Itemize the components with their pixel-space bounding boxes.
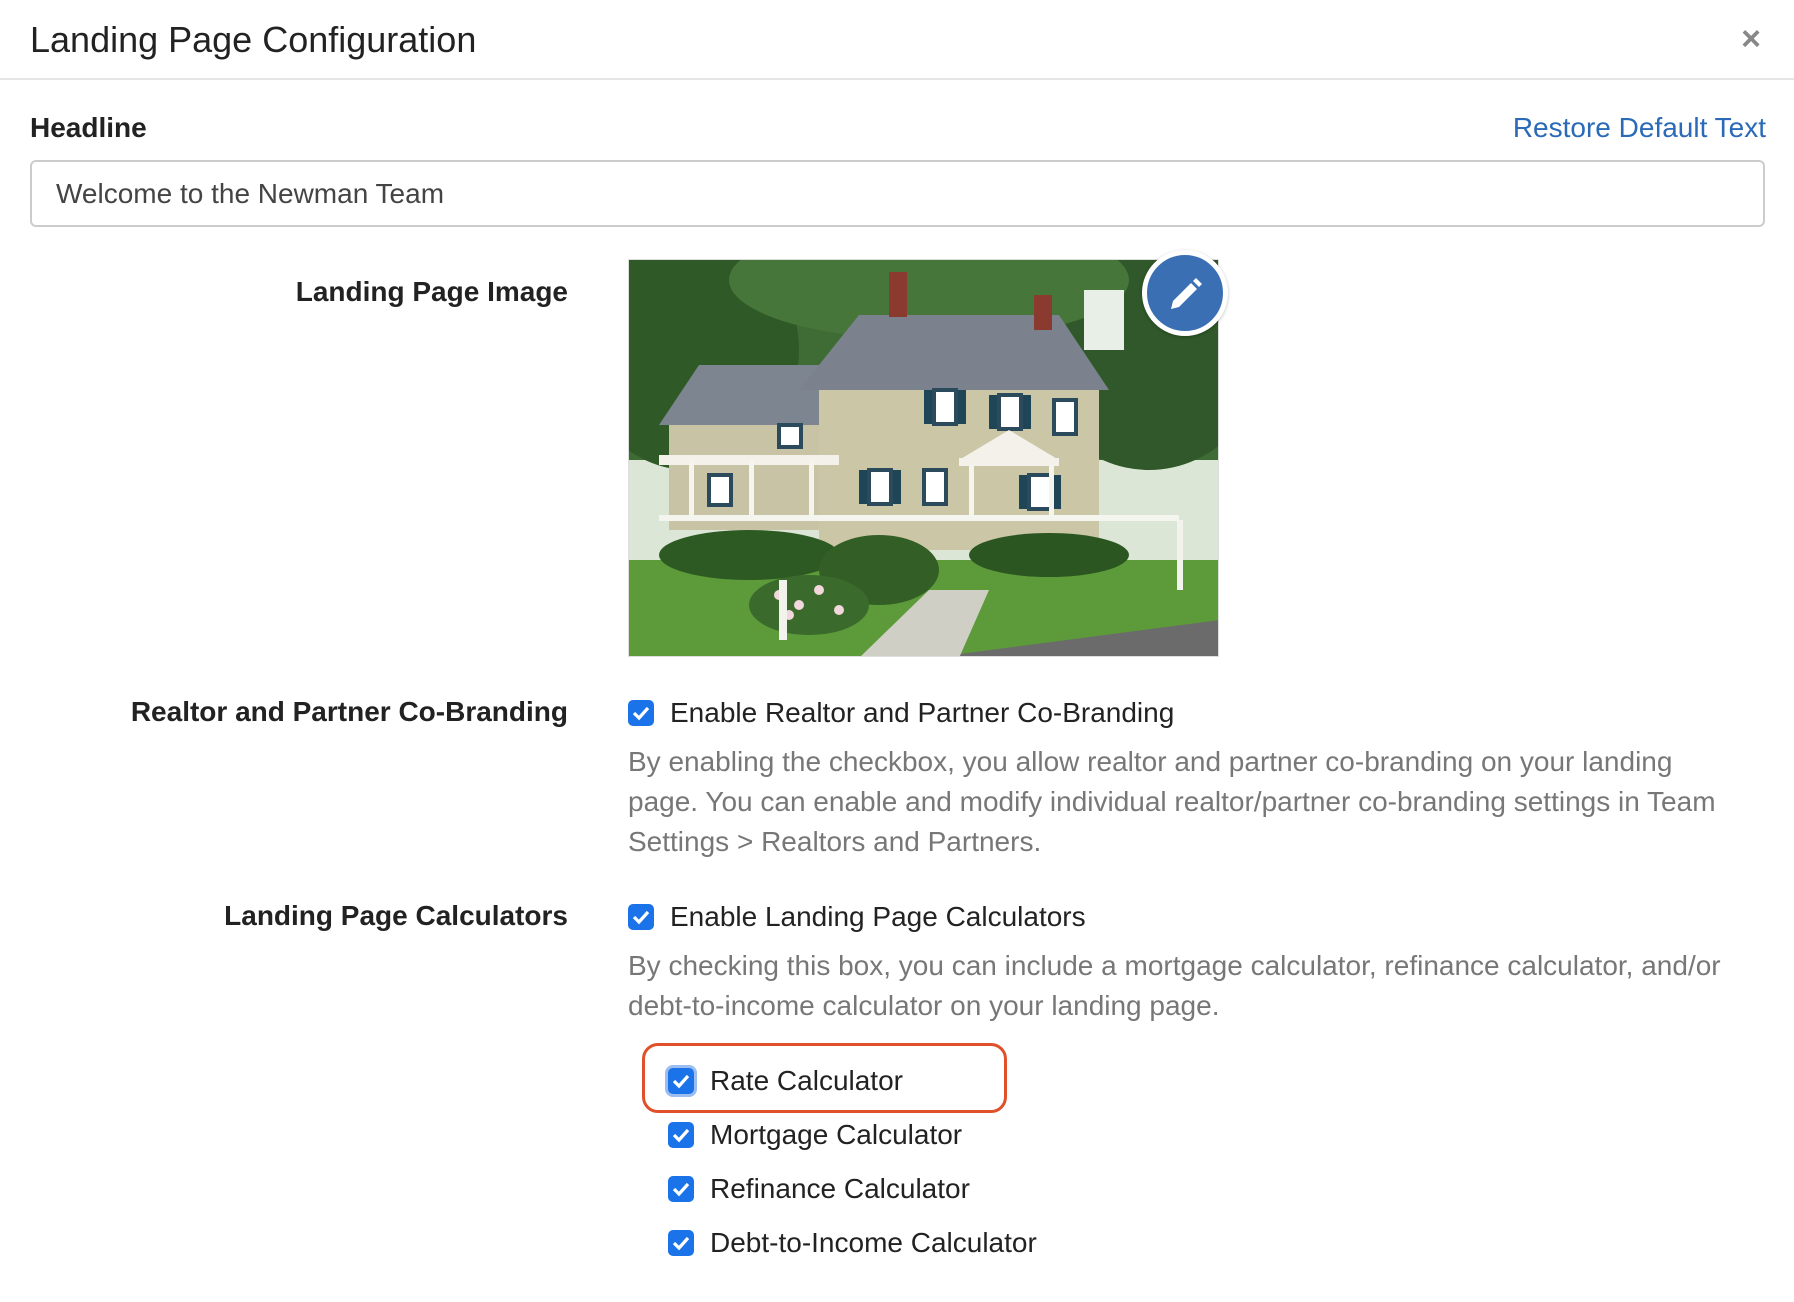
- restore-default-text-link[interactable]: Restore Default Text: [1513, 112, 1766, 144]
- enable-calculators-row: Enable Landing Page Calculators: [628, 901, 1086, 933]
- house-photo: [629, 260, 1218, 656]
- calculator-option-refinance: Refinance Calculator: [668, 1173, 970, 1205]
- calculator-option-mortgage: Mortgage Calculator: [668, 1119, 962, 1151]
- calculator-option-dti: Debt-to-Income Calculator: [668, 1227, 1037, 1259]
- pencil-icon: [1171, 278, 1202, 309]
- calculator-option-rate: Rate Calculator: [668, 1065, 903, 1097]
- calculators-label: Landing Page Calculators: [224, 900, 568, 931]
- mortgage-calculator-label[interactable]: Mortgage Calculator: [710, 1119, 962, 1151]
- enable-cobranding-row: Enable Realtor and Partner Co-Branding: [628, 697, 1174, 729]
- landing-page-image-label: Landing Page Image: [295, 276, 568, 307]
- close-icon[interactable]: ×: [1734, 22, 1768, 56]
- cobranding-label: Realtor and Partner Co-Branding: [130, 696, 568, 727]
- enable-cobranding-label[interactable]: Enable Realtor and Partner Co-Branding: [670, 697, 1174, 729]
- rate-calculator-label[interactable]: Rate Calculator: [710, 1065, 903, 1097]
- debt-to-income-calculator-checkbox[interactable]: [668, 1230, 694, 1256]
- refinance-calculator-label[interactable]: Refinance Calculator: [710, 1173, 970, 1205]
- cobranding-help-text: By enabling the checkbox, you allow real…: [628, 746, 1716, 857]
- refinance-calculator-checkbox[interactable]: [668, 1176, 694, 1202]
- modal-header: Landing Page Configuration ×: [0, 0, 1794, 80]
- enable-calculators-label[interactable]: Enable Landing Page Calculators: [670, 901, 1086, 933]
- modal-title: Landing Page Configuration: [30, 19, 477, 60]
- debt-to-income-calculator-label[interactable]: Debt-to-Income Calculator: [710, 1227, 1037, 1259]
- landing-page-image: [628, 259, 1219, 657]
- enable-calculators-checkbox[interactable]: [628, 904, 654, 930]
- mortgage-calculator-checkbox[interactable]: [668, 1122, 694, 1148]
- enable-cobranding-checkbox[interactable]: [628, 700, 654, 726]
- headline-label: Headline: [30, 112, 147, 143]
- headline-input[interactable]: [30, 160, 1765, 227]
- calculators-help-text: By checking this box, you can include a …: [628, 950, 1721, 1021]
- edit-image-button[interactable]: [1142, 250, 1228, 336]
- rate-calculator-checkbox[interactable]: [668, 1068, 694, 1094]
